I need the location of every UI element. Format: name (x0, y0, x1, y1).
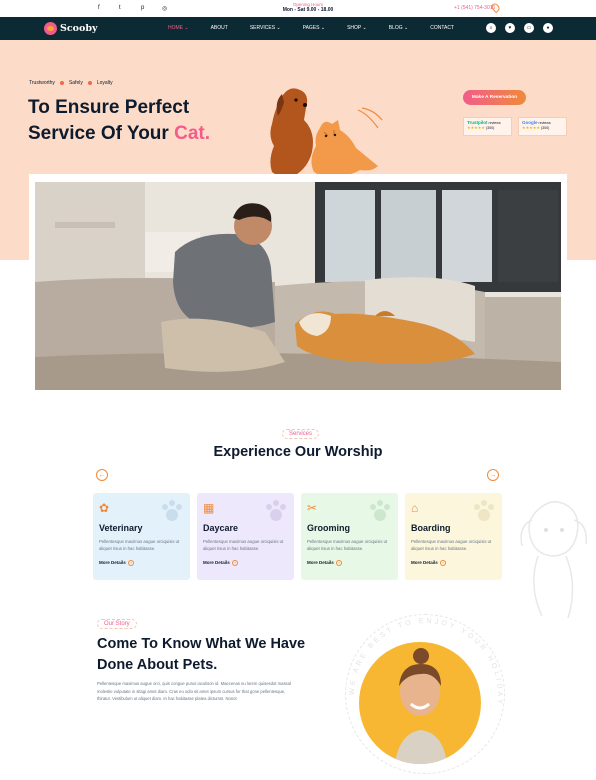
pinterest-icon[interactable]: p (141, 5, 144, 11)
dog-sketch-watermark (520, 501, 587, 619)
service-card-grooming[interactable]: ✂ Grooming Pellentesque maximus augue or… (301, 493, 398, 580)
hero-title-highlight: Cat. (174, 123, 210, 144)
service-title: Veterinary (99, 523, 143, 533)
nav-item-pages[interactable]: PAGES ⌄ (303, 25, 325, 31)
cart-icon[interactable]: ▭ (524, 23, 534, 33)
phone-number[interactable]: +1 (541) 754-3010 (454, 5, 495, 11)
nav-item-about[interactable]: ABOUT (211, 25, 228, 31)
user-icon[interactable]: ● (543, 23, 553, 33)
nav-icon-group: ⌕ ♥ ▭ ● (486, 23, 553, 33)
logo-paw-icon (44, 22, 57, 35)
service-title: Daycare (203, 523, 239, 533)
paw-icon: ✿ (99, 501, 110, 515)
main-navigation: Scooby HOME ⌄ ABOUT SERVICES ⌄ PAGES ⌄ S… (0, 17, 596, 40)
service-title: Grooming (307, 523, 350, 533)
google-review-badge[interactable]: Google reviews ★★★★★ (300) (518, 117, 567, 136)
tag-dot (87, 81, 92, 85)
service-card-boarding[interactable]: ⌂ Boarding Pellentesque maximus augue or… (405, 493, 502, 580)
paw-watermark-icon (266, 500, 286, 521)
tag-safely: Safely (68, 80, 83, 86)
service-description: Pellentesque maximus augue orciquisis ut… (307, 539, 388, 551)
girl-portrait (395, 648, 447, 764)
heart-icon[interactable]: ♥ (505, 23, 515, 33)
hero-title-line2: Service Of Your Cat. (28, 123, 210, 144)
daycare-building-icon: ▦ (203, 501, 215, 515)
service-card-daycare[interactable]: ▦ Daycare Pellentesque maximus augue orc… (197, 493, 294, 580)
more-details-link[interactable]: More Details › (203, 560, 288, 566)
trustpilot-review-badge[interactable]: Trustpilot reviews ★★★★★ (300) (463, 117, 512, 136)
service-title: Boarding (411, 523, 451, 533)
tag-loyalty: Loyalty (96, 80, 113, 86)
carousel-prev-button[interactable]: ← (96, 469, 108, 481)
service-card-veterinary[interactable]: ✿ Veterinary Pellentesque maximus augue … (93, 493, 190, 580)
nav-item-contact[interactable]: CONTACT (430, 25, 454, 31)
hero-title-line1: To Ensure Perfect (28, 97, 190, 118)
hero-photo (35, 182, 561, 390)
story-section-label: Our Story (97, 619, 137, 629)
top-bar: f t p ◎ Opening Hours Mon - Sat 9.00 - 1… (0, 0, 596, 17)
nav-item-shop[interactable]: SHOP ⌄ (347, 25, 367, 31)
arrow-right-icon: › (128, 560, 135, 566)
hero-title: To Ensure Perfect Service Of Your Cat. (28, 95, 248, 147)
service-description: Pellentesque maximus augue orciquisis ut… (99, 539, 180, 551)
hero-tags: Trustworthy Safely Loyalty (29, 80, 113, 86)
dog-house-icon: ⌂ (411, 501, 419, 515)
twitter-icon[interactable]: t (119, 5, 121, 11)
more-details-link[interactable]: More Details › (99, 560, 184, 566)
logo-text: Scooby (60, 23, 98, 34)
service-description: Pellentesque maximus augue orciquisis ut… (411, 539, 492, 551)
search-icon[interactable]: ⌕ (486, 23, 496, 33)
nav-menu: HOME ⌄ ABOUT SERVICES ⌄ PAGES ⌄ SHOP ⌄ B… (168, 25, 476, 31)
paw-watermark-icon (162, 500, 182, 521)
nav-item-home[interactable]: HOME ⌄ (168, 25, 189, 31)
tag-trustworthy: Trustworthy (29, 80, 55, 86)
arrow-right-icon: › (336, 560, 343, 566)
paw-watermark-icon (474, 500, 494, 521)
man-with-dog-photo (35, 182, 561, 390)
nav-item-blog[interactable]: BLOG ⌄ (389, 25, 409, 31)
arrow-right-icon: › (440, 560, 447, 566)
story-photo (359, 642, 481, 764)
grooming-icon: ✂ (307, 501, 318, 515)
more-details-link[interactable]: More Details › (307, 560, 392, 566)
make-reservation-button[interactable]: Make A Reservation (463, 90, 526, 105)
service-description: Pellentesque maximus augue orciquisis ut… (203, 539, 284, 551)
facebook-icon[interactable]: f (98, 5, 100, 11)
instagram-icon[interactable]: ◎ (162, 5, 167, 12)
dog-and-cat-illustration (253, 88, 383, 185)
hours-value: Mon - Sat 9.00 - 18.00 (282, 7, 334, 13)
services-section-title: Experience Our Worship (213, 444, 383, 460)
more-details-link[interactable]: More Details › (411, 560, 496, 566)
tag-dot (59, 81, 64, 85)
story-paragraph: Pellentesque maximus augue orci, quis co… (97, 681, 291, 701)
opening-hours: Opening Hours Mon - Sat 9.00 - 18.00 (278, 2, 338, 13)
carousel-next-button[interactable]: → (487, 469, 499, 481)
paw-watermark-icon (370, 500, 390, 521)
location-pin-icon (489, 1, 502, 14)
arrow-right-icon: › (232, 560, 239, 566)
story-title: Come To Know What We Have Done About Pet… (97, 636, 306, 673)
nav-item-services[interactable]: SERVICES ⌄ (250, 25, 281, 31)
services-section-label: Services (282, 429, 320, 439)
site-logo[interactable]: Scooby (44, 22, 97, 35)
